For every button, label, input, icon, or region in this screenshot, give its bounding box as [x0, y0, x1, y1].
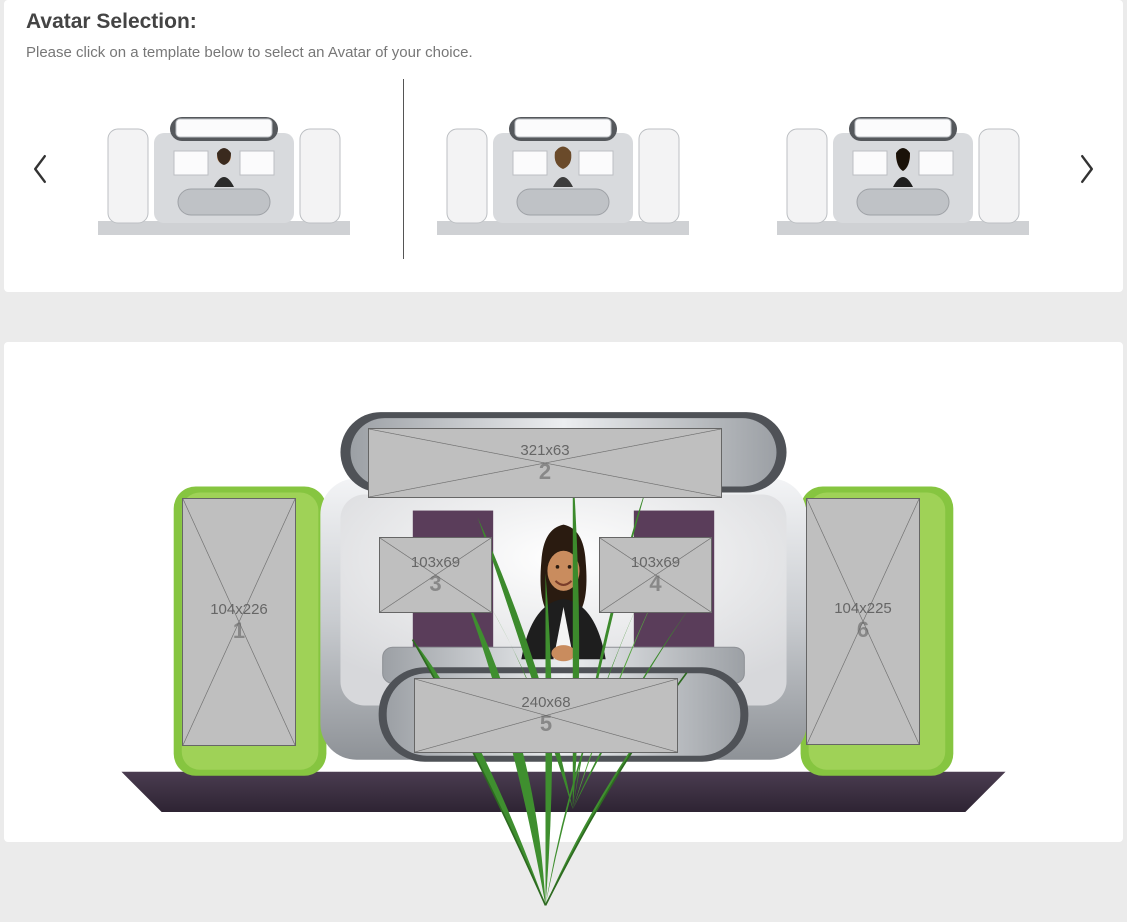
- placeholder-number: 2: [539, 459, 551, 485]
- placeholder-slot-5[interactable]: 240x68 5: [414, 678, 678, 753]
- booth-thumb-graphic: [773, 99, 1033, 239]
- avatar-carousel: [26, 79, 1101, 259]
- placeholder-slot-4[interactable]: 103x69 4: [599, 537, 712, 613]
- placeholder-slot-1[interactable]: 104x226 1: [182, 498, 296, 746]
- placeholder-dimensions: 104x226: [210, 601, 268, 618]
- placeholder-slot-2[interactable]: 321x63 2: [368, 428, 722, 498]
- booth-preview-panel: 104x226 1 321x63 2 103x69 3 103x69 4 240…: [4, 342, 1123, 842]
- placeholder-dimensions: 240x68: [521, 694, 570, 711]
- carousel-prev-button[interactable]: [26, 149, 54, 189]
- placeholder-dimensions: 321x63: [520, 442, 569, 459]
- placeholder-dimensions: 103x69: [631, 554, 680, 571]
- booth-thumb-graphic: [433, 99, 693, 239]
- placeholder-number: 5: [540, 711, 552, 737]
- placeholder-slot-3[interactable]: 103x69 3: [379, 537, 492, 613]
- placeholder-dimensions: 104x225: [834, 600, 892, 617]
- avatar-thumbnail-3[interactable]: [753, 84, 1053, 254]
- avatar-thumbnail-2[interactable]: [413, 84, 713, 254]
- avatar-thumbnail-1[interactable]: [74, 84, 374, 254]
- placeholder-number: 6: [857, 617, 869, 643]
- avatar-selection-panel: Avatar Selection: Please click on a temp…: [4, 0, 1123, 292]
- chevron-left-icon: [30, 153, 50, 185]
- placeholder-dimensions: 103x69: [411, 554, 460, 571]
- avatar-thumbnails: [54, 84, 1073, 254]
- section-subtitle: Please click on a template below to sele…: [26, 44, 1101, 61]
- carousel-next-button[interactable]: [1073, 149, 1101, 189]
- booth-thumb-graphic: [94, 99, 354, 239]
- chevron-right-icon: [1077, 153, 1097, 185]
- placeholder-number: 3: [429, 571, 441, 597]
- placeholder-slot-6[interactable]: 104x225 6: [806, 498, 920, 745]
- placeholder-number: 1: [233, 618, 245, 644]
- placeholder-number: 4: [649, 571, 661, 597]
- section-title: Avatar Selection:: [26, 10, 1101, 34]
- booth-stage: 104x226 1 321x63 2 103x69 3 103x69 4 240…: [72, 390, 1055, 822]
